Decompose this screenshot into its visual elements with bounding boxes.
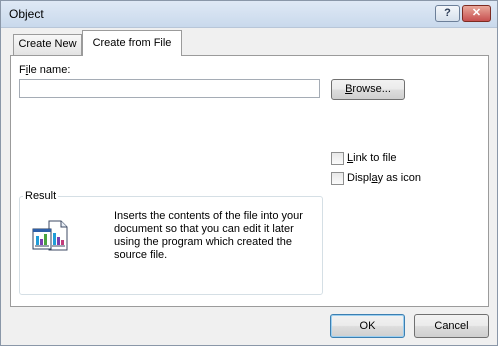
tab-create-from-file[interactable]: Create from File	[82, 30, 182, 56]
display-as-icon-label[interactable]: Display as icon	[347, 172, 421, 184]
ok-button-label: OK	[359, 320, 376, 332]
result-legend: Result	[23, 190, 59, 202]
link-to-file-checkbox[interactable]	[331, 152, 344, 165]
help-icon: ?	[444, 7, 451, 19]
result-description: Inserts the contents of the file into yo…	[114, 210, 303, 261]
help-button[interactable]: ?	[435, 5, 460, 22]
close-button[interactable]: ✕	[462, 5, 491, 22]
tab-create-new-label: Create New	[18, 38, 77, 50]
cancel-button[interactable]: Cancel	[414, 314, 489, 338]
object-dialog: Object ? ✕ Create New Create from File F…	[0, 0, 498, 346]
browse-button[interactable]: Browse...	[331, 79, 405, 100]
insert-file-icon	[31, 219, 75, 253]
close-icon: ✕	[471, 7, 482, 19]
file-name-label: File name:	[19, 64, 71, 76]
title-bar[interactable]: Object ? ✕	[1, 1, 497, 28]
tab-create-from-file-label: Create from File	[92, 37, 172, 49]
file-name-input[interactable]	[19, 79, 320, 98]
display-as-icon-checkbox[interactable]	[331, 172, 344, 185]
link-to-file-label[interactable]: Link to file	[347, 152, 397, 164]
cancel-button-label: Cancel	[434, 320, 469, 332]
dialog-title: Object	[9, 7, 44, 21]
ok-button[interactable]: OK	[330, 314, 405, 338]
tab-create-new[interactable]: Create New	[13, 34, 82, 55]
